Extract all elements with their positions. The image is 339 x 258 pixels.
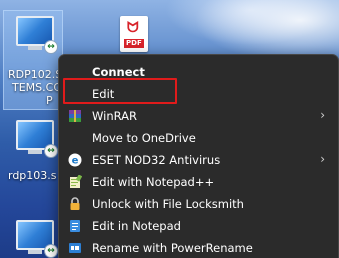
pdf-file-icon[interactable]: ᗢ PDF <box>120 16 148 52</box>
desktop-icon-3[interactable]: ↔ <box>4 210 62 258</box>
menu-item-winrar[interactable]: WinRAR › <box>63 105 335 127</box>
desktop-icon-label-line2: TEMS.CC <box>12 81 62 94</box>
menu-item-file-locksmith[interactable]: Unlock with File Locksmith <box>63 193 335 215</box>
chevron-right-icon: › <box>320 152 325 166</box>
eset-icon: e <box>68 153 82 167</box>
menu-item-label: ESET NOD32 Antivirus <box>92 153 221 167</box>
desktop-icon-label-line1: RDP102.S <box>8 68 63 81</box>
desktop-icon-label: rdp103.s <box>8 169 57 182</box>
desktop-icon-label-line3: P <box>46 94 53 107</box>
menu-item-powerrename[interactable]: Rename with PowerRename <box>63 237 335 258</box>
monitor-stand <box>28 150 42 154</box>
pdf-badge: PDF <box>124 39 144 48</box>
acrobat-logo-icon: ᗢ <box>127 20 139 36</box>
menu-item-edit-notepadpp[interactable]: Edit with Notepad++ <box>63 171 335 193</box>
rdp-badge-icon: ↔ <box>44 244 58 258</box>
menu-item-edit-in-notepad[interactable]: Edit in Notepad <box>63 215 335 237</box>
menu-item-move-to-onedrive[interactable]: Move to OneDrive <box>63 127 335 149</box>
edit-highlight-box <box>63 78 177 104</box>
desktop-icon-rdp102[interactable]: ↔ RDP102.S TEMS.CC P <box>4 10 62 108</box>
menu-item-label: Edit with Notepad++ <box>92 175 215 189</box>
rdp-badge-icon: ↔ <box>44 40 58 54</box>
lock-icon <box>68 197 82 211</box>
desktop-icon-rdp103[interactable]: ↔ rdp103.s <box>4 116 62 186</box>
menu-item-label: Connect <box>92 65 145 79</box>
menu-item-label: Edit in Notepad <box>92 219 181 233</box>
notepadpp-icon <box>68 174 83 189</box>
monitor-stand <box>28 46 42 50</box>
menu-item-label: Rename with PowerRename <box>92 241 253 255</box>
monitor-stand <box>28 250 42 254</box>
winrar-icon <box>68 109 82 123</box>
menu-item-label: Move to OneDrive <box>92 131 196 145</box>
powerrename-icon <box>68 241 82 255</box>
rdp-badge-icon: ↔ <box>44 144 58 158</box>
menu-item-eset[interactable]: e ESET NOD32 Antivirus › <box>63 149 335 171</box>
notepad-icon <box>68 219 82 233</box>
menu-item-label: WinRAR <box>92 109 137 123</box>
chevron-right-icon: › <box>320 108 325 122</box>
svg-text:e: e <box>72 156 79 167</box>
menu-item-label: Unlock with File Locksmith <box>92 197 244 211</box>
desktop: ↔ RDP102.S TEMS.CC P ↔ rdp103.s ↔ ᗢ PDF … <box>0 0 339 258</box>
